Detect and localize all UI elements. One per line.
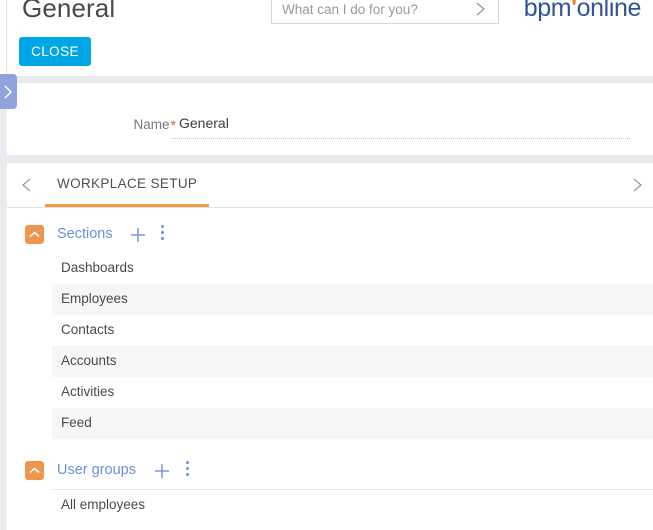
chevron-right-icon[interactable]	[472, 0, 490, 20]
chevron-up-icon[interactable]	[25, 461, 44, 480]
row-label: Dashboards	[61, 260, 134, 275]
row-label: Activities	[61, 384, 115, 399]
header-separator	[0, 76, 653, 83]
row-label: Accounts	[61, 353, 117, 368]
sections-rows: Dashboards Employees Contacts Accounts A…	[7, 253, 653, 439]
name-field-underline	[172, 137, 630, 139]
top-header: General bpm'online CLOSE	[0, 0, 653, 76]
chevron-right-icon	[4, 85, 13, 99]
kebab-menu-icon[interactable]	[155, 225, 169, 245]
detail-panel: WORKPLACE SETUP Sections Dashboards Empl…	[7, 163, 653, 530]
row-label: Employees	[61, 291, 128, 306]
table-row[interactable]: Dashboards	[52, 253, 653, 284]
page-title: General	[22, 0, 116, 23]
group-user-groups: User groups All employees	[7, 455, 653, 520]
table-row[interactable]: All employees	[52, 489, 653, 520]
name-field-label: Name*	[7, 116, 176, 133]
row-label: Contacts	[61, 322, 115, 337]
name-field-row: Name* General	[7, 113, 653, 141]
user-groups-rows: All employees	[7, 489, 653, 520]
name-field-input[interactable]: General	[172, 113, 630, 139]
logo-text-part1: bpm	[523, 0, 572, 22]
name-label-text: Name	[133, 117, 170, 132]
row-label: All employees	[61, 497, 146, 512]
group-header: User groups	[7, 455, 653, 489]
close-button[interactable]: CLOSE	[19, 37, 91, 66]
row-label: Feed	[61, 415, 92, 430]
group-title[interactable]: User groups	[57, 462, 136, 478]
plus-icon[interactable]	[128, 225, 148, 245]
group-header: Sections	[7, 219, 653, 253]
table-row[interactable]: Contacts	[52, 315, 653, 346]
group-title[interactable]: Sections	[57, 226, 113, 242]
group-sections: Sections Dashboards Employees Contacts A…	[7, 219, 653, 439]
bpmonline-logo: bpm'online	[523, 0, 642, 23]
table-row[interactable]: Feed	[52, 408, 653, 439]
tabstrip: WORKPLACE SETUP	[7, 163, 653, 208]
logo-text-part2: online	[576, 0, 642, 22]
chevron-up-icon[interactable]	[25, 225, 44, 244]
plus-icon[interactable]	[152, 461, 172, 481]
tab-workplace-setup[interactable]: WORKPLACE SETUP	[45, 163, 210, 207]
kebab-menu-icon[interactable]	[180, 461, 194, 481]
application-window: General bpm'online CLOSE Name* General	[0, 0, 653, 530]
left-rail	[0, 0, 7, 76]
tab-label: WORKPLACE SETUP	[57, 176, 198, 191]
name-field-value: General	[179, 115, 229, 131]
side-panel-toggle[interactable]	[0, 74, 17, 109]
table-row[interactable]: Employees	[52, 284, 653, 315]
chevron-right-icon[interactable]	[627, 175, 647, 195]
global-search-box[interactable]	[271, 0, 499, 24]
table-row[interactable]: Activities	[52, 377, 653, 408]
record-header-panel: Name* General	[7, 83, 653, 155]
table-row[interactable]: Accounts	[52, 346, 653, 377]
chevron-left-icon[interactable]	[17, 175, 37, 195]
search-input[interactable]	[282, 0, 462, 23]
